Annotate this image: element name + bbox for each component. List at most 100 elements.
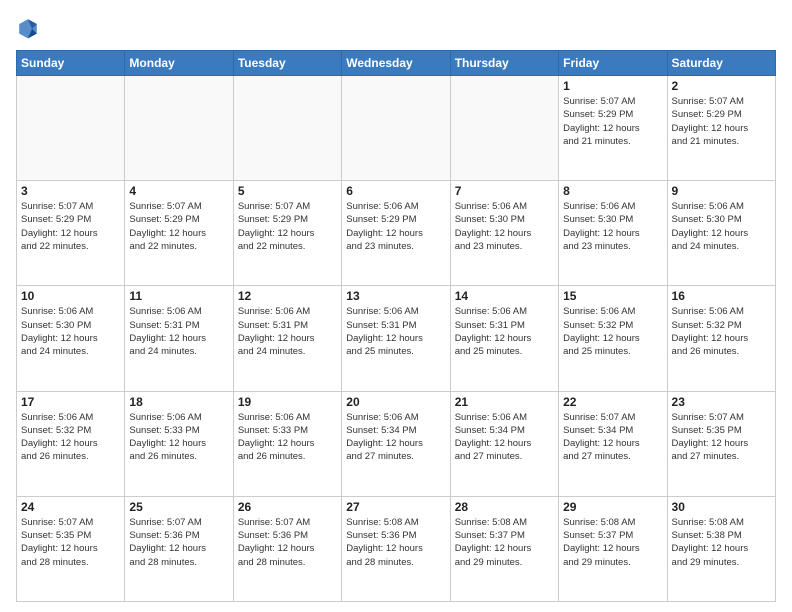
calendar-cell: 22 Sunrise: 5:07 AM Sunset: 5:34 PM Dayli…	[559, 391, 667, 496]
day-info: Sunrise: 5:07 AM Sunset: 5:34 PM Dayligh…	[563, 411, 662, 464]
calendar-cell: 5Sunrise: 5:07 AM Sunset: 5:29 PM Daylig…	[233, 181, 341, 286]
day-number: 14	[455, 289, 554, 303]
day-number: 4	[129, 184, 228, 198]
calendar-cell: 6 Sunrise: 5:06 AM Sunset: 5:29 PM Daylig…	[342, 181, 450, 286]
calendar-header-tuesday: Tuesday	[233, 51, 341, 76]
calendar-cell: 26 Sunrise: 5:07 AM Sunset: 5:36 PM Dayli…	[233, 496, 341, 601]
day-info: Sunrise: 5:06 AM Sunset: 5:31 PM Dayligh…	[455, 305, 554, 358]
calendar: SundayMondayTuesdayWednesdayThursdayFrid…	[16, 50, 776, 602]
day-info: Sunrise: 5:06 AM Sunset: 5:33 PM Dayligh…	[129, 411, 228, 464]
calendar-cell: 13Sunrise: 5:06 AM Sunset: 5:31 PM Dayli…	[342, 286, 450, 391]
calendar-cell: 18 Sunrise: 5:06 AM Sunset: 5:33 PM Dayli…	[125, 391, 233, 496]
day-info: Sunrise: 5:08 AM Sunset: 5:36 PM Dayligh…	[346, 516, 445, 569]
day-number: 24	[21, 500, 120, 514]
calendar-header-saturday: Saturday	[667, 51, 775, 76]
calendar-cell	[342, 76, 450, 181]
day-info: Sunrise: 5:07 AM Sunset: 5:35 PM Dayligh…	[21, 516, 120, 569]
page: SundayMondayTuesdayWednesdayThursdayFrid…	[0, 0, 792, 612]
calendar-cell: 29 Sunrise: 5:08 AM Sunset: 5:37 PM Dayli…	[559, 496, 667, 601]
day-info: Sunrise: 5:07 AM Sunset: 5:29 PM Dayligh…	[21, 200, 120, 253]
day-info: Sunrise: 5:06 AM Sunset: 5:31 PM Dayligh…	[129, 305, 228, 358]
day-number: 2	[672, 79, 771, 93]
day-number: 22	[563, 395, 662, 409]
calendar-cell: 24 Sunrise: 5:07 AM Sunset: 5:35 PM Dayli…	[17, 496, 125, 601]
calendar-cell: 2Sunrise: 5:07 AM Sunset: 5:29 PM Daylig…	[667, 76, 775, 181]
header	[16, 16, 776, 40]
day-number: 12	[238, 289, 337, 303]
day-info: Sunrise: 5:06 AM Sunset: 5:29 PM Dayligh…	[346, 200, 445, 253]
day-number: 30	[672, 500, 771, 514]
day-info: Sunrise: 5:06 AM Sunset: 5:32 PM Dayligh…	[21, 411, 120, 464]
day-number: 1	[563, 79, 662, 93]
calendar-header-friday: Friday	[559, 51, 667, 76]
day-info: Sunrise: 5:07 AM Sunset: 5:35 PM Dayligh…	[672, 411, 771, 464]
calendar-cell: 23Sunrise: 5:07 AM Sunset: 5:35 PM Dayli…	[667, 391, 775, 496]
calendar-week-row: 24 Sunrise: 5:07 AM Sunset: 5:35 PM Dayli…	[17, 496, 776, 601]
day-info: Sunrise: 5:06 AM Sunset: 5:30 PM Dayligh…	[672, 200, 771, 253]
day-info: Sunrise: 5:06 AM Sunset: 5:34 PM Dayligh…	[455, 411, 554, 464]
day-info: Sunrise: 5:06 AM Sunset: 5:32 PM Dayligh…	[563, 305, 662, 358]
day-number: 26	[238, 500, 337, 514]
calendar-cell: 21 Sunrise: 5:06 AM Sunset: 5:34 PM Dayli…	[450, 391, 558, 496]
calendar-cell: 17 Sunrise: 5:06 AM Sunset: 5:32 PM Dayli…	[17, 391, 125, 496]
calendar-cell: 3 Sunrise: 5:07 AM Sunset: 5:29 PM Daylig…	[17, 181, 125, 286]
day-number: 8	[563, 184, 662, 198]
calendar-cell	[17, 76, 125, 181]
day-number: 18	[129, 395, 228, 409]
day-number: 29	[563, 500, 662, 514]
calendar-cell: 16 Sunrise: 5:06 AM Sunset: 5:32 PM Dayli…	[667, 286, 775, 391]
day-info: Sunrise: 5:06 AM Sunset: 5:34 PM Dayligh…	[346, 411, 445, 464]
calendar-cell: 15 Sunrise: 5:06 AM Sunset: 5:32 PM Dayli…	[559, 286, 667, 391]
day-info: Sunrise: 5:08 AM Sunset: 5:37 PM Dayligh…	[563, 516, 662, 569]
day-info: Sunrise: 5:06 AM Sunset: 5:30 PM Dayligh…	[21, 305, 120, 358]
day-number: 25	[129, 500, 228, 514]
day-number: 6	[346, 184, 445, 198]
day-number: 3	[21, 184, 120, 198]
day-info: Sunrise: 5:06 AM Sunset: 5:30 PM Dayligh…	[563, 200, 662, 253]
day-number: 27	[346, 500, 445, 514]
calendar-cell: 28 Sunrise: 5:08 AM Sunset: 5:37 PM Dayli…	[450, 496, 558, 601]
day-info: Sunrise: 5:07 AM Sunset: 5:36 PM Dayligh…	[129, 516, 228, 569]
day-info: Sunrise: 5:06 AM Sunset: 5:32 PM Dayligh…	[672, 305, 771, 358]
day-number: 11	[129, 289, 228, 303]
day-number: 21	[455, 395, 554, 409]
calendar-cell: 8 Sunrise: 5:06 AM Sunset: 5:30 PM Daylig…	[559, 181, 667, 286]
calendar-header-sunday: Sunday	[17, 51, 125, 76]
calendar-cell: 27 Sunrise: 5:08 AM Sunset: 5:36 PM Dayli…	[342, 496, 450, 601]
calendar-cell: 20 Sunrise: 5:06 AM Sunset: 5:34 PM Dayli…	[342, 391, 450, 496]
calendar-cell: 7 Sunrise: 5:06 AM Sunset: 5:30 PM Daylig…	[450, 181, 558, 286]
day-number: 13	[346, 289, 445, 303]
calendar-cell: 30 Sunrise: 5:08 AM Sunset: 5:38 PM Dayli…	[667, 496, 775, 601]
calendar-header-row: SundayMondayTuesdayWednesdayThursdayFrid…	[17, 51, 776, 76]
day-info: Sunrise: 5:08 AM Sunset: 5:38 PM Dayligh…	[672, 516, 771, 569]
day-info: Sunrise: 5:08 AM Sunset: 5:37 PM Dayligh…	[455, 516, 554, 569]
day-info: Sunrise: 5:06 AM Sunset: 5:30 PM Dayligh…	[455, 200, 554, 253]
day-number: 9	[672, 184, 771, 198]
day-number: 20	[346, 395, 445, 409]
calendar-header-monday: Monday	[125, 51, 233, 76]
day-number: 17	[21, 395, 120, 409]
day-info: Sunrise: 5:07 AM Sunset: 5:29 PM Dayligh…	[563, 95, 662, 148]
day-info: Sunrise: 5:06 AM Sunset: 5:33 PM Dayligh…	[238, 411, 337, 464]
day-number: 15	[563, 289, 662, 303]
calendar-week-row: 3 Sunrise: 5:07 AM Sunset: 5:29 PM Daylig…	[17, 181, 776, 286]
day-number: 7	[455, 184, 554, 198]
calendar-cell: 19 Sunrise: 5:06 AM Sunset: 5:33 PM Dayli…	[233, 391, 341, 496]
day-info: Sunrise: 5:06 AM Sunset: 5:31 PM Dayligh…	[238, 305, 337, 358]
day-number: 28	[455, 500, 554, 514]
calendar-cell: 4 Sunrise: 5:07 AM Sunset: 5:29 PM Daylig…	[125, 181, 233, 286]
day-info: Sunrise: 5:07 AM Sunset: 5:29 PM Dayligh…	[238, 200, 337, 253]
day-number: 19	[238, 395, 337, 409]
calendar-cell: 12 Sunrise: 5:06 AM Sunset: 5:31 PM Dayli…	[233, 286, 341, 391]
logo	[16, 16, 44, 40]
day-info: Sunrise: 5:07 AM Sunset: 5:29 PM Dayligh…	[129, 200, 228, 253]
calendar-week-row: 10 Sunrise: 5:06 AM Sunset: 5:30 PM Dayli…	[17, 286, 776, 391]
day-number: 10	[21, 289, 120, 303]
day-info: Sunrise: 5:07 AM Sunset: 5:36 PM Dayligh…	[238, 516, 337, 569]
calendar-cell: 25 Sunrise: 5:07 AM Sunset: 5:36 PM Dayli…	[125, 496, 233, 601]
day-number: 16	[672, 289, 771, 303]
calendar-week-row: 17 Sunrise: 5:06 AM Sunset: 5:32 PM Dayli…	[17, 391, 776, 496]
calendar-cell: 11 Sunrise: 5:06 AM Sunset: 5:31 PM Dayli…	[125, 286, 233, 391]
calendar-cell: 10 Sunrise: 5:06 AM Sunset: 5:30 PM Dayli…	[17, 286, 125, 391]
calendar-cell	[233, 76, 341, 181]
